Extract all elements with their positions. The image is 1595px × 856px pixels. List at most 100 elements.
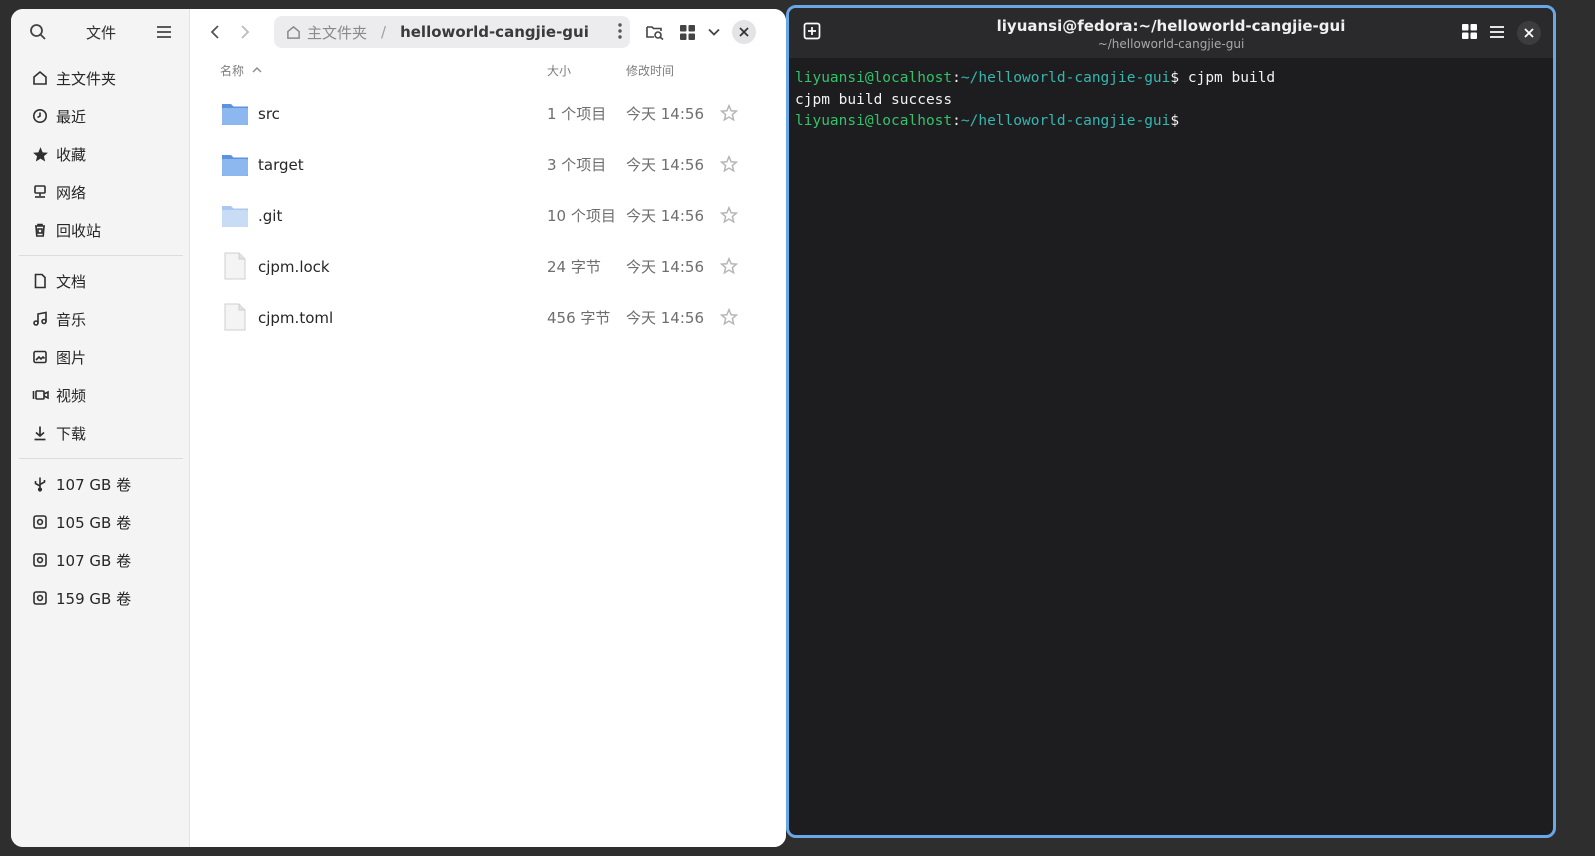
terminal-header-buttons <box>1462 21 1541 45</box>
star-outline-icon[interactable] <box>720 308 738 326</box>
prompt-path: ~/helloworld-cangjie-gui <box>960 113 1171 130</box>
sidebar-item-volume-4[interactable]: 159 GB 卷 <box>11 579 189 617</box>
grid-view-button[interactable] <box>672 17 702 47</box>
text-file-icon <box>224 252 246 280</box>
file-row[interactable]: target 3 个项目 今天 14:56 <box>190 139 786 190</box>
terminal-output[interactable]: liyuansi@localhost:~/helloworld-cangjie-… <box>789 58 1553 143</box>
sort-ascending-icon <box>252 67 262 73</box>
search-folder-button[interactable] <box>640 17 670 47</box>
places-list: 主文件夹 最近 收藏 网络 回收站 文档 音乐 图片 视频 下载 107 GB … <box>11 55 189 617</box>
star-outline-icon[interactable] <box>720 155 738 173</box>
tab-overview-button[interactable] <box>1462 23 1477 43</box>
sidebar-item-label: 107 GB 卷 <box>56 551 132 570</box>
breadcrumb-current[interactable]: helloworld-cangjie-gui <box>400 23 589 41</box>
file-row[interactable]: cjpm.lock 24 字节 今天 14:56 <box>190 241 786 292</box>
file-size: 456 字节 <box>547 309 611 327</box>
sidebar-item-label: 105 GB 卷 <box>56 513 132 532</box>
column-size-header[interactable]: 大小 <box>547 62 571 79</box>
star-outline-icon[interactable] <box>720 257 738 275</box>
sidebar-item-documents[interactable]: 文档 <box>11 262 189 300</box>
sidebar-item-label: 最近 <box>56 107 87 126</box>
toolbar-right <box>640 17 756 47</box>
home-icon <box>287 25 300 39</box>
file-name: cjpm.toml <box>258 308 334 327</box>
sidebar-item-label: 107 GB 卷 <box>56 475 132 494</box>
sidebar-item-label: 网络 <box>56 183 87 202</box>
drive-icon <box>31 513 49 531</box>
back-button[interactable] <box>200 17 230 47</box>
chevron-right-icon <box>241 25 250 39</box>
sidebar-item-volume-3[interactable]: 107 GB 卷 <box>11 541 189 579</box>
file-list-area: 主文件夹 / helloworld-cangjie-gui 名称 大小 修改时间… <box>190 9 786 847</box>
sidebar-item-label: 文档 <box>56 272 87 291</box>
sidebar-item-trash[interactable]: 回收站 <box>11 211 189 249</box>
sidebar-item-volume-2[interactable]: 105 GB 卷 <box>11 503 189 541</box>
file-size: 1 个项目 <box>547 105 607 123</box>
folder-search-icon <box>646 26 664 40</box>
sidebar-item-recent[interactable]: 最近 <box>11 97 189 135</box>
sidebar-item-network[interactable]: 网络 <box>11 173 189 211</box>
terminal-header: liyuansi@fedora:~/helloworld-cangjie-gui… <box>789 8 1553 58</box>
breadcrumb-home-label: 主文件夹 <box>307 23 368 42</box>
file-modified: 今天 14:56 <box>626 156 704 174</box>
file-modified: 今天 14:56 <box>626 105 704 123</box>
location-bar[interactable]: 主文件夹 / helloworld-cangjie-gui <box>274 16 630 48</box>
column-name-header[interactable]: 名称 <box>220 62 262 79</box>
hidden-folder-icon <box>222 206 248 227</box>
file-row[interactable]: .git 10 个项目 今天 14:56 <box>190 190 786 241</box>
grid-icon <box>1462 23 1477 39</box>
file-list: src 1 个项目 今天 14:56 target 3 个项目 今天 14:56… <box>190 88 786 343</box>
kebab-menu-icon[interactable] <box>618 22 622 44</box>
sidebar: 文件 主文件夹 最近 收藏 网络 回收站 文档 音乐 图片 视频 下载 107 … <box>11 9 190 847</box>
file-modified: 今天 14:56 <box>626 309 704 327</box>
star-outline-icon[interactable] <box>720 104 738 122</box>
column-modified-header[interactable]: 修改时间 <box>626 62 674 79</box>
hamburger-menu-icon[interactable] <box>151 19 177 45</box>
sidebar-item-label: 主文件夹 <box>56 69 117 88</box>
command-text: cjpm build <box>1187 70 1276 86</box>
prompt-colon: : <box>952 113 961 130</box>
forward-button[interactable] <box>230 17 260 47</box>
video-icon <box>31 386 49 404</box>
sidebar-item-volume-1[interactable]: 107 GB 卷 <box>11 465 189 503</box>
terminal-close-button[interactable] <box>1517 21 1541 45</box>
terminal-subtitle: ~/helloworld-cangjie-gui <box>1097 37 1245 51</box>
sidebar-item-videos[interactable]: 视频 <box>11 376 189 414</box>
sidebar-item-pictures[interactable]: 图片 <box>11 338 189 376</box>
file-row[interactable]: cjpm.toml 456 字节 今天 14:56 <box>190 292 786 343</box>
file-modified: 今天 14:56 <box>626 258 704 276</box>
file-row[interactable]: src 1 个项目 今天 14:56 <box>190 88 786 139</box>
sidebar-separator <box>19 255 183 256</box>
file-size: 24 字节 <box>547 258 601 276</box>
trash-icon <box>31 221 49 239</box>
prompt-path: ~/helloworld-cangjie-gui <box>960 70 1171 86</box>
sidebar-item-label: 收藏 <box>56 145 87 164</box>
star-outline-icon[interactable] <box>720 206 738 224</box>
sidebar-item-downloads[interactable]: 下载 <box>11 414 189 452</box>
close-icon <box>739 27 749 37</box>
sidebar-item-music[interactable]: 音乐 <box>11 300 189 338</box>
sidebar-item-home[interactable]: 主文件夹 <box>11 59 189 97</box>
chevron-down-icon <box>708 28 720 36</box>
command-output: cjpm build success <box>795 91 953 108</box>
terminal-window: liyuansi@fedora:~/helloworld-cangjie-gui… <box>786 5 1556 838</box>
usb-drive-icon <box>31 475 49 493</box>
sidebar-item-starred[interactable]: 收藏 <box>11 135 189 173</box>
prompt-user: liyuansi@localhost <box>795 113 953 130</box>
sidebar-separator <box>19 458 183 459</box>
prompt-user: liyuansi@localhost <box>795 70 953 86</box>
search-icon[interactable] <box>25 19 51 45</box>
home-icon <box>31 69 49 87</box>
close-window-button[interactable] <box>732 20 756 44</box>
file-size: 10 个项目 <box>547 207 616 225</box>
breadcrumb-separator: / <box>381 23 387 41</box>
sidebar-item-label: 回收站 <box>56 221 102 240</box>
terminal-menu-button[interactable] <box>1489 24 1505 43</box>
download-icon <box>31 424 49 442</box>
terminal-title: liyuansi@fedora:~/helloworld-cangjie-gui <box>996 17 1346 35</box>
sidebar-item-label: 音乐 <box>56 310 87 329</box>
music-icon <box>31 310 49 328</box>
breadcrumb-home[interactable]: 主文件夹 <box>286 22 367 43</box>
sidebar-item-label: 视频 <box>56 386 87 405</box>
view-options-dropdown[interactable] <box>704 17 724 47</box>
